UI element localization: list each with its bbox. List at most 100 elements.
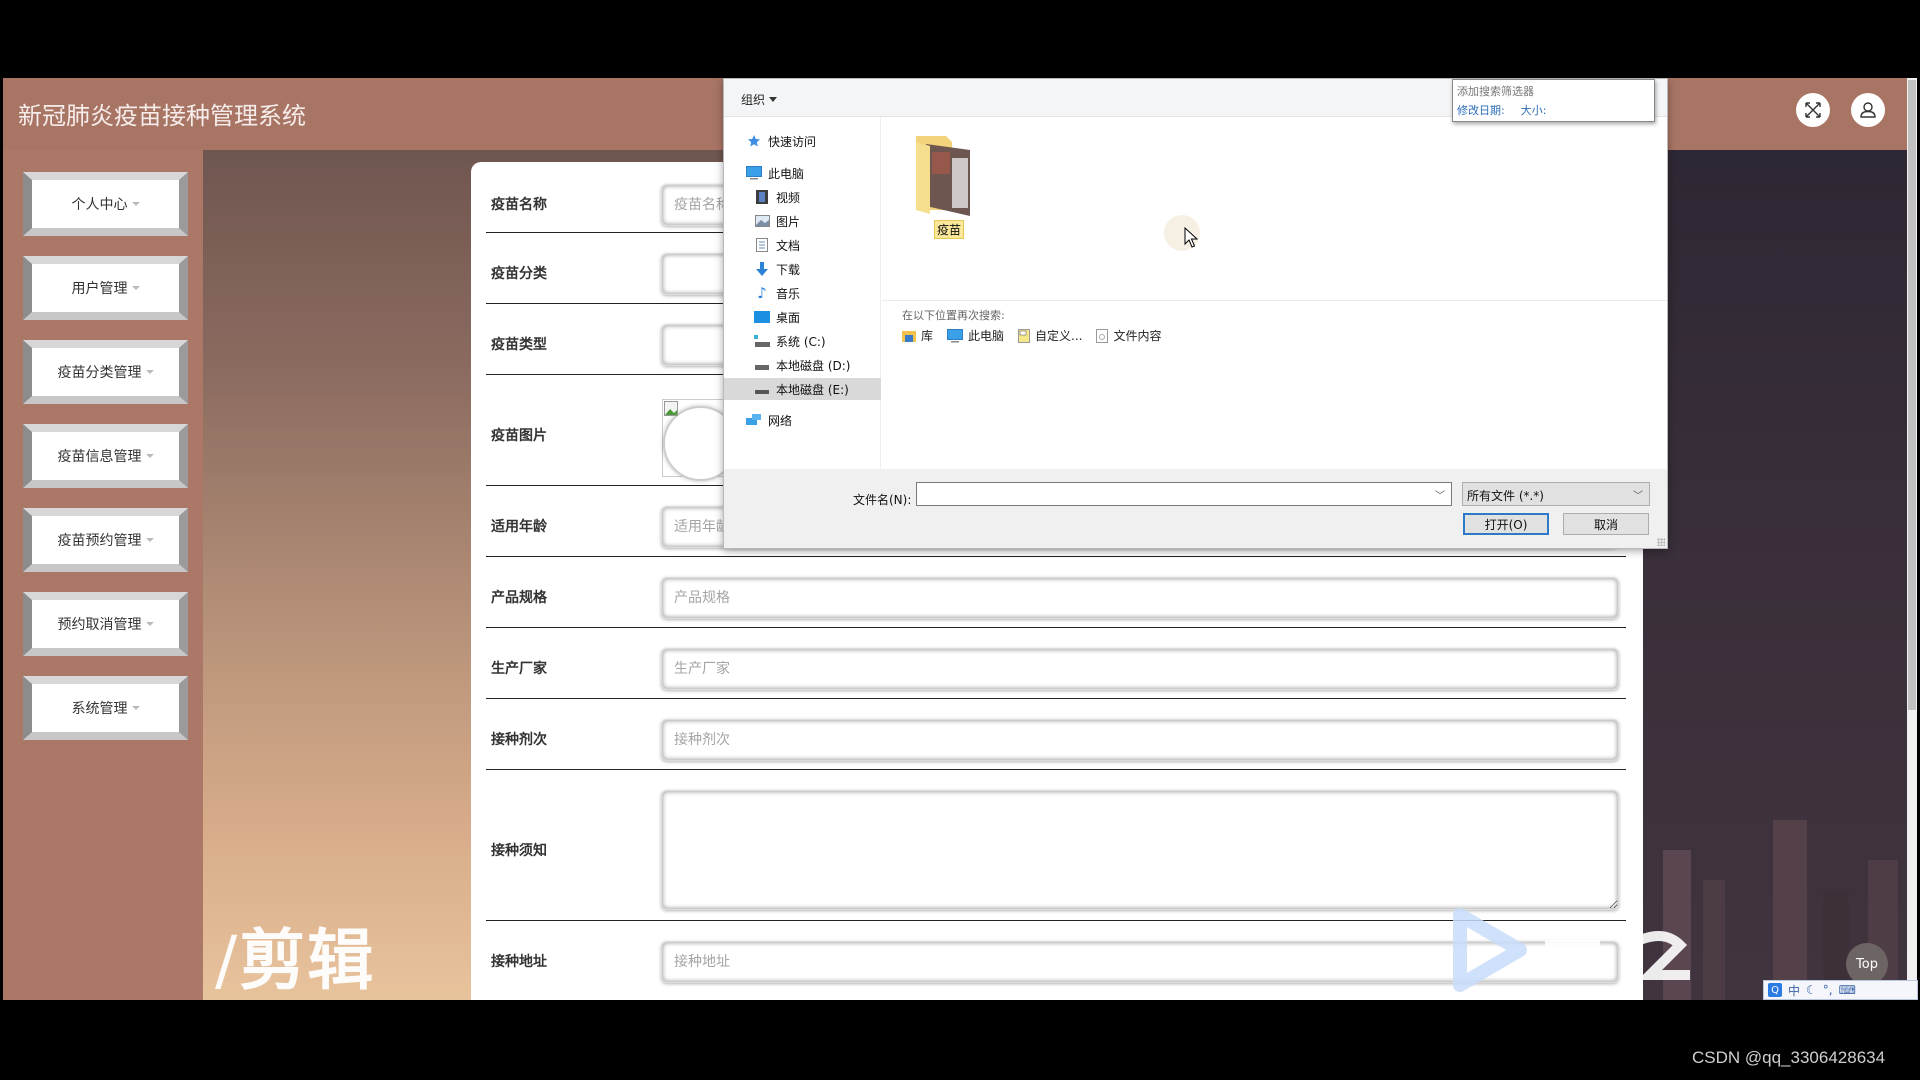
- nav-item-desktop[interactable]: 桌面: [724, 306, 881, 328]
- chevron-down-icon: ﹀: [1633, 491, 1643, 502]
- filter-modified-date-link[interactable]: 修改日期:: [1457, 102, 1505, 118]
- sidebar-item-appointment-cancel[interactable]: 预约取消管理: [23, 592, 188, 656]
- cancel-button[interactable]: 取消: [1563, 513, 1649, 535]
- user-button[interactable]: [1851, 93, 1885, 127]
- nav-item-drive-c[interactable]: 系统 (C:): [724, 330, 881, 352]
- field-label: 疫苗分类: [491, 266, 547, 282]
- nav-label: 快速访问: [768, 134, 817, 149]
- navigation-pane: 快速访问 此电脑 视频 图片 文档 下载 ♪ 音乐 桌面 系统 (C:) 本地磁…: [724, 117, 881, 469]
- nav-item-this-pc[interactable]: 此电脑: [724, 162, 881, 184]
- organize-button[interactable]: 组织: [741, 91, 778, 108]
- nav-item-network[interactable]: 网络: [724, 409, 881, 431]
- document-icon: [754, 238, 770, 252]
- menu-label: 个人中心: [71, 197, 128, 213]
- nav-item-drive-d[interactable]: 本地磁盘 (D:): [724, 354, 881, 376]
- field-label: 生产厂家: [491, 661, 547, 677]
- nav-item-downloads[interactable]: 下载: [724, 258, 881, 280]
- star-icon: [746, 134, 762, 148]
- nav-label: 视频: [776, 190, 801, 205]
- csdn-watermark: CSDN @qq_3306428634: [1692, 1048, 1886, 1067]
- desktop-icon: [754, 310, 770, 324]
- folder-icon: [916, 136, 970, 216]
- menu-label: 疫苗分类管理: [57, 365, 142, 381]
- dialog-footer: 文件名(N): ﹀ 所有文件 (*.*) ﹀ 打开(O) 取消: [724, 469, 1667, 548]
- organize-label: 组织: [741, 93, 766, 107]
- nav-item-documents[interactable]: 文档: [724, 234, 881, 256]
- sidebar-item-vaccine-appointment[interactable]: 疫苗预约管理: [23, 508, 188, 572]
- filename-input[interactable]: ﹀: [916, 482, 1452, 506]
- sidebar-item-user-management[interactable]: 用户管理: [23, 256, 188, 320]
- resize-grip[interactable]: [1657, 538, 1665, 546]
- caret-down-icon: [131, 202, 140, 206]
- fullscreen-button[interactable]: [1796, 93, 1830, 127]
- caret-down-icon: [769, 97, 778, 102]
- user-icon: [1860, 102, 1876, 118]
- app-title: 新冠肺炎疫苗接种管理系统: [18, 102, 306, 130]
- product-spec-input[interactable]: [661, 577, 1619, 619]
- back-to-top-button[interactable]: Top: [1846, 943, 1888, 985]
- nav-item-music[interactable]: ♪ 音乐: [724, 282, 881, 304]
- ime-mode-chinese[interactable]: 中: [1788, 982, 1800, 999]
- manufacturer-input[interactable]: [661, 648, 1619, 690]
- caret-down-icon: [145, 538, 154, 542]
- form-row-product-spec: 产品规格: [486, 557, 1626, 628]
- watermark-slash: /: [215, 922, 240, 999]
- search-location-custom[interactable]: 自定义...: [1018, 327, 1082, 344]
- field-label: 接种须知: [491, 843, 547, 859]
- page-scrollbar[interactable]: [1907, 78, 1917, 1000]
- filetype-value: 所有文件 (*.*): [1467, 489, 1544, 503]
- ime-punctuation-icon[interactable]: °,: [1823, 983, 1833, 997]
- nav-label: 图片: [776, 214, 801, 229]
- sidebar-item-vaccine-category[interactable]: 疫苗分类管理: [23, 340, 188, 404]
- open-button[interactable]: 打开(O): [1463, 513, 1549, 535]
- file-content-icon: [1096, 328, 1109, 343]
- sidebar-item-vaccine-info[interactable]: 疫苗信息管理: [23, 424, 188, 488]
- location-label: 此电脑: [968, 329, 1005, 343]
- form-row-vaccination-notice: 接种须知: [486, 770, 1626, 921]
- nav-label: 桌面: [776, 310, 801, 325]
- nav-label: 本地磁盘 (D:): [776, 358, 851, 373]
- form-row-vaccination-address: 接种地址: [486, 921, 1626, 992]
- image-upload[interactable]: [662, 399, 738, 481]
- nav-item-quick-access[interactable]: 快速访问: [724, 130, 881, 152]
- custom-icon: [1018, 328, 1031, 343]
- search-location-library[interactable]: 库: [902, 327, 933, 344]
- music-icon: ♪: [757, 284, 767, 302]
- nav-label: 此电脑: [768, 166, 805, 181]
- library-icon: [902, 331, 916, 342]
- ime-keyboard-icon[interactable]: ⌨: [1839, 983, 1856, 997]
- search-location-file-contents[interactable]: 文件内容: [1096, 327, 1162, 344]
- folder-name[interactable]: 疫苗: [934, 220, 965, 239]
- location-label: 自定义...: [1035, 329, 1083, 343]
- menu-label: 系统管理: [71, 701, 128, 717]
- menu-label: 用户管理: [71, 281, 128, 297]
- vaccination-notice-textarea[interactable]: [661, 790, 1619, 910]
- dose-count-input[interactable]: [661, 719, 1619, 761]
- menu-label: 疫苗预约管理: [57, 533, 142, 549]
- sidebar-item-personal-center[interactable]: 个人中心: [23, 172, 188, 236]
- search-again-section: 在以下位置再次搜索: 库 此电脑 自定义... 文件内容: [882, 300, 1667, 470]
- nav-item-videos[interactable]: 视频: [724, 186, 881, 208]
- vaccination-address-input[interactable]: [661, 941, 1619, 983]
- field-label: 产品规格: [491, 590, 547, 606]
- ime-toolbar[interactable]: Q 中 ☾ °, ⌨: [1763, 980, 1918, 1000]
- folder-item[interactable]: [908, 132, 988, 227]
- search-again-label: 在以下位置再次搜索:: [902, 309, 1005, 322]
- scrollbar-thumb[interactable]: [1908, 80, 1916, 710]
- filter-size-link[interactable]: 大小:: [1521, 102, 1547, 118]
- nav-item-pictures[interactable]: 图片: [724, 210, 881, 232]
- ime-moon-icon[interactable]: ☾: [1806, 983, 1817, 997]
- chevron-down-icon[interactable]: ﹀: [1435, 487, 1445, 502]
- search-location-this-pc[interactable]: 此电脑: [947, 327, 1004, 344]
- field-label: 疫苗名称: [491, 197, 547, 213]
- nav-item-drive-e[interactable]: 本地磁盘 (E:): [724, 378, 881, 400]
- field-label: 疫苗类型: [491, 337, 547, 353]
- filetype-select[interactable]: 所有文件 (*.*) ﹀: [1462, 482, 1650, 506]
- caret-down-icon: [131, 286, 140, 290]
- menu-label: 预约取消管理: [57, 617, 142, 633]
- search-filter-title: 添加搜索筛选器: [1457, 85, 1534, 98]
- nav-label: 本地磁盘 (E:): [776, 382, 849, 397]
- field-label: 疫苗图片: [491, 428, 547, 444]
- nav-label: 网络: [768, 413, 793, 428]
- sidebar-item-system-management[interactable]: 系统管理: [23, 676, 188, 740]
